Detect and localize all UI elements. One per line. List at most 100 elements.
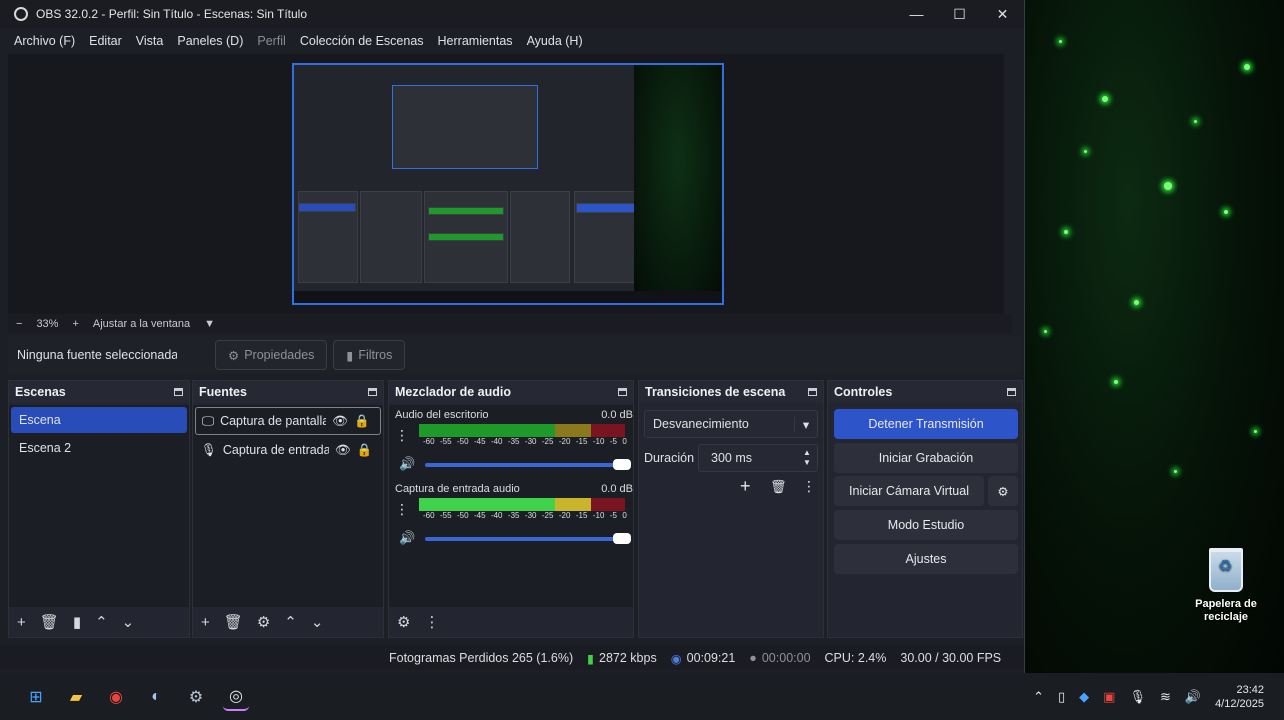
record-icon: ● xyxy=(749,651,757,665)
channel-db: 0.0 dB xyxy=(601,483,633,495)
trash-icon[interactable]: 🗑 xyxy=(770,479,787,495)
transitions-title: Transiciones de escena xyxy=(645,385,786,399)
undock-icon[interactable] xyxy=(368,388,377,396)
recycle-bin-label: Papelera de reciclaje xyxy=(1195,598,1257,623)
lock-icon[interactable]: 🔒 xyxy=(357,443,373,458)
menu-perfil[interactable]: Perfil xyxy=(257,34,285,48)
amd-icon[interactable]: ▣ xyxy=(1103,689,1115,705)
filters-button[interactable]: ▮ Filtros xyxy=(333,340,406,370)
meter-scale: -60 -55 -50 -45 -40 -35 -30 -25 -20 -15 -10 -5 0 xyxy=(423,437,627,446)
zoom-out-button[interactable]: − xyxy=(16,318,22,330)
zoom-fit-option[interactable]: Ajustar a la ventana xyxy=(93,318,190,330)
scenes-dock: Escenas Escena Escena 2 + 🗑 ▮ ⌃ ⌄ xyxy=(8,380,190,638)
file-explorer-icon[interactable]: ▰ xyxy=(63,684,89,710)
zoom-dropdown-icon[interactable]: ▼ xyxy=(204,318,215,330)
trash-icon[interactable]: 🗑 xyxy=(224,613,243,631)
chevron-up-icon[interactable]: ⌃ xyxy=(95,613,108,631)
spinner-icon[interactable]: ▲ ▼ xyxy=(797,448,817,468)
duration-value: 300 ms xyxy=(711,451,752,465)
eye-icon[interactable]: 👁 xyxy=(332,414,348,429)
scene-item[interactable]: Escena xyxy=(11,407,187,433)
mixer-channel: Captura de entrada audio 0.0 dB ⋮ -60 -55-… xyxy=(395,483,633,545)
preview-nested-obs xyxy=(294,65,638,303)
gear-icon[interactable]: ⚙ xyxy=(257,613,270,631)
more-vertical-icon[interactable]: ⋮ xyxy=(802,478,816,495)
volume-slider[interactable] xyxy=(425,459,631,470)
transition-select[interactable]: Desvanecimiento ▾ xyxy=(644,410,818,438)
channel-name: Audio del escritorio xyxy=(395,409,489,421)
transition-select-value: Desvanecimiento xyxy=(653,417,749,431)
trash-icon[interactable]: 🗑 xyxy=(40,613,59,631)
menu-coleccion-escenas[interactable]: Colección de Escenas xyxy=(300,34,424,48)
add-transition-icon[interactable]: + xyxy=(740,476,751,497)
zoom-in-button[interactable]: + xyxy=(72,318,78,330)
channel-name: Captura de entrada audio xyxy=(395,483,520,495)
menu-paneles[interactable]: Paneles (D) xyxy=(177,34,243,48)
stream-icon: ◉ xyxy=(670,651,682,666)
meter-scale: -60 -55 -50 -45 -40 -35 -30 -25 -20 -15 -10 -5 0 xyxy=(423,511,627,520)
scenes-footer: + 🗑 ▮ ⌃ ⌄ xyxy=(9,607,189,637)
stop-streaming-button[interactable]: Detener Transmisión xyxy=(834,409,1018,439)
chevron-up-icon[interactable]: ⌃ xyxy=(1033,689,1044,705)
chevron-down-icon[interactable]: ⌄ xyxy=(311,613,324,631)
close-button[interactable]: ✕ xyxy=(981,6,1024,23)
chrome-icon[interactable]: ◉ xyxy=(103,684,129,710)
menu-editar[interactable]: Editar xyxy=(89,34,122,48)
scene-item[interactable]: Escena 2 xyxy=(11,435,187,461)
obs-taskbar-icon[interactable]: ◎ xyxy=(223,683,249,711)
recycle-bin[interactable]: ♻ Papelera de reciclaje xyxy=(1186,548,1266,624)
signal-icon: ▮ xyxy=(587,651,595,666)
slider-handle[interactable] xyxy=(613,533,631,544)
undock-icon[interactable] xyxy=(618,388,627,396)
menu-ayuda[interactable]: Ayuda (H) xyxy=(527,34,583,48)
speaker-icon[interactable]: 🔊 xyxy=(399,530,415,546)
obs-logo-icon xyxy=(14,7,28,21)
more-vertical-icon[interactable]: ⋮ xyxy=(395,427,419,444)
source-item[interactable]: 🖵 Captura de pantalla 👁 🔒 xyxy=(195,407,381,435)
settings-app-icon[interactable]: ⚙ xyxy=(183,684,209,710)
maximize-button[interactable]: ☐ xyxy=(938,6,981,23)
eye-icon[interactable]: 👁 xyxy=(335,443,351,458)
sources-dock: Fuentes 🖵 Captura de pantalla 👁 🔒 🎙 Capt… xyxy=(192,380,384,638)
filter-icon[interactable]: ▮ xyxy=(73,613,81,631)
steam-icon[interactable]: ◐ xyxy=(143,684,169,710)
duration-field[interactable]: 300 ms ▲ ▼ xyxy=(698,444,818,472)
more-vertical-icon[interactable]: ⋮ xyxy=(424,613,439,631)
settings-button[interactable]: Ajustes xyxy=(834,544,1018,574)
menu-bar: Archivo (F) Editar Vista Paneles (D) Per… xyxy=(0,28,1024,54)
add-icon[interactable]: + xyxy=(17,614,26,631)
undock-icon[interactable] xyxy=(1007,388,1016,396)
minimize-button[interactable]: — xyxy=(895,6,938,23)
advanced-audio-icon[interactable]: ⚙ xyxy=(397,613,410,631)
microphone-icon[interactable]: 🎙 xyxy=(1129,689,1146,705)
start-recording-button[interactable]: Iniciar Grabación xyxy=(834,443,1018,473)
start-menu-icon[interactable]: ⊞ xyxy=(23,684,49,710)
wifi-icon[interactable]: ≋ xyxy=(1160,689,1171,705)
virtual-camera-settings-button[interactable]: ⚙ xyxy=(988,476,1018,506)
properties-button[interactable]: ⚙ Propiedades xyxy=(215,340,328,370)
filters-label: Filtros xyxy=(358,348,393,362)
start-virtual-camera-button[interactable]: Iniciar Cámara Virtual xyxy=(834,476,984,506)
more-vertical-icon[interactable]: ⋮ xyxy=(395,501,419,518)
undock-icon[interactable] xyxy=(174,388,183,396)
clock[interactable]: 23:42 4/12/2025 xyxy=(1215,683,1264,711)
mixer-footer: ⚙ ⋮ xyxy=(389,607,633,637)
add-icon[interactable]: + xyxy=(201,614,210,631)
volume-icon[interactable]: 🔊 xyxy=(1185,689,1201,705)
speaker-icon[interactable]: 🔊 xyxy=(399,456,415,472)
usb-icon[interactable]: ▯ xyxy=(1058,689,1065,705)
chevron-down-icon[interactable]: ⌄ xyxy=(122,613,135,631)
lock-icon[interactable]: 🔒 xyxy=(354,414,370,429)
menu-herramientas[interactable]: Herramientas xyxy=(438,34,513,48)
menu-archivo[interactable]: Archivo (F) xyxy=(14,34,75,48)
defender-icon[interactable]: ◆ xyxy=(1079,689,1089,705)
chevron-up-icon[interactable]: ⌃ xyxy=(284,613,297,631)
studio-mode-button[interactable]: Modo Estudio xyxy=(834,510,1018,540)
undock-icon[interactable] xyxy=(808,388,817,396)
obs-window: OBS 32.0.2 - Perfil: Sin Título - Escena… xyxy=(0,0,1025,673)
menu-vista[interactable]: Vista xyxy=(136,34,164,48)
source-item[interactable]: 🎙 Captura de entrada 👁 🔒 xyxy=(195,437,381,463)
preview-canvas[interactable] xyxy=(292,63,724,305)
volume-slider[interactable] xyxy=(425,533,631,544)
slider-handle[interactable] xyxy=(613,459,631,470)
